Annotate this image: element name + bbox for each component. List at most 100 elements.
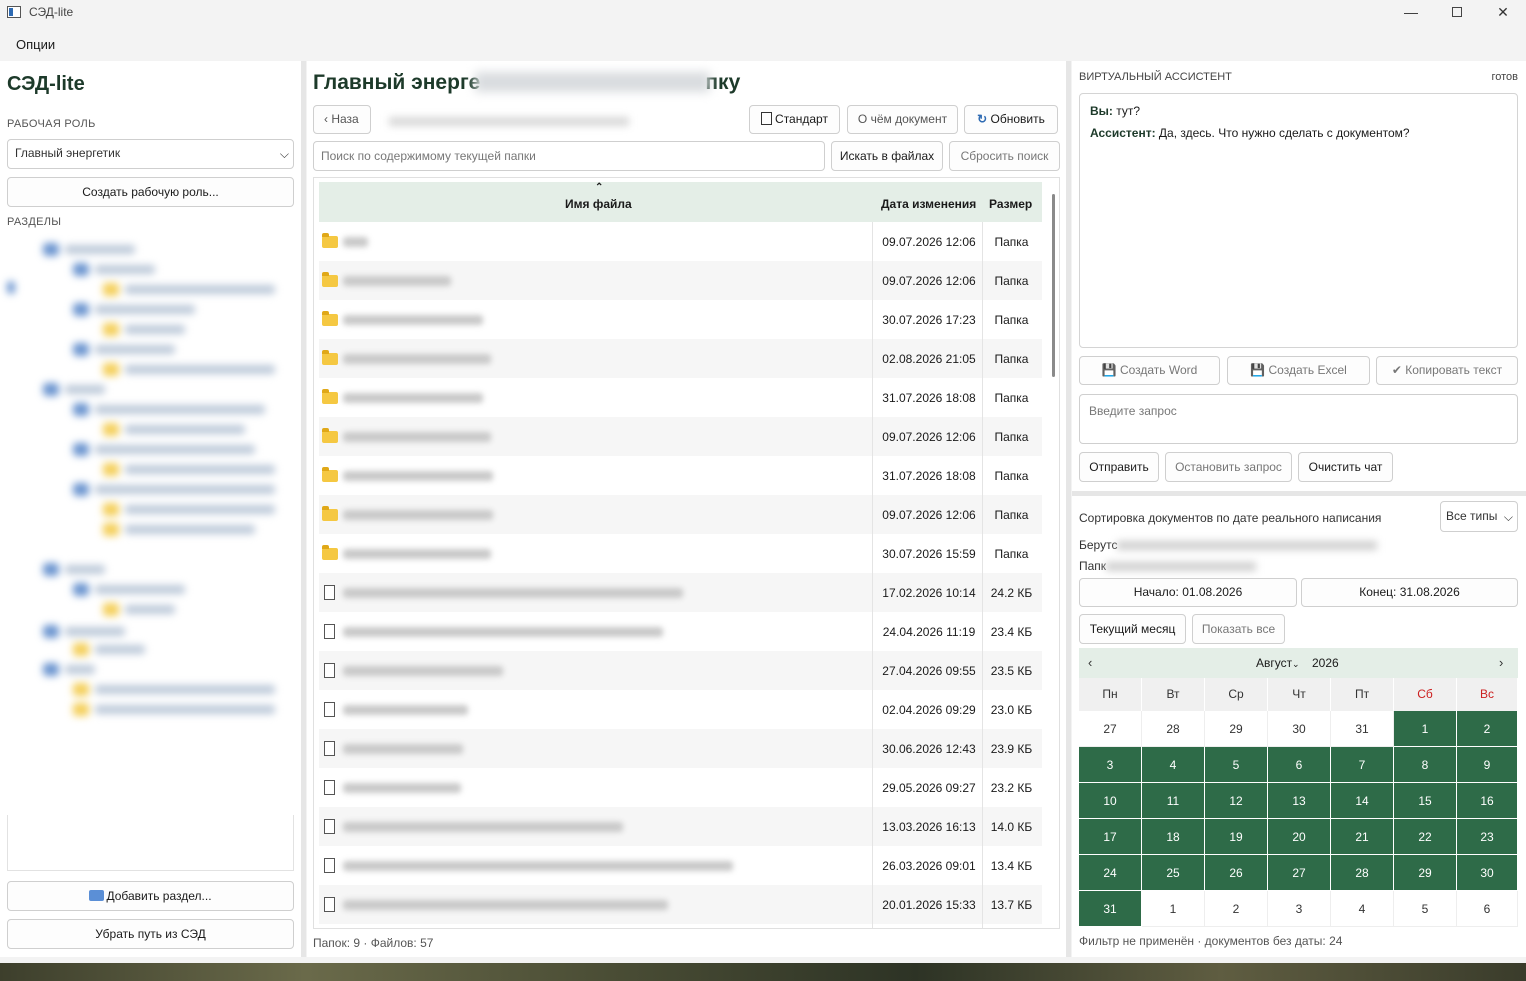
- reset-search-button[interactable]: Сбросить поиск: [949, 141, 1060, 171]
- column-name-header[interactable]: Имя файла: [565, 197, 632, 211]
- maximize-button[interactable]: [1434, 0, 1480, 26]
- send-button[interactable]: Отправить: [1079, 452, 1159, 482]
- tree-node[interactable]: [125, 285, 275, 294]
- calendar-day[interactable]: 4: [1331, 891, 1394, 927]
- left-splitter[interactable]: [301, 61, 306, 957]
- column-size-header[interactable]: Размер: [989, 197, 1032, 211]
- table-scrollbar[interactable]: [1052, 194, 1055, 377]
- tree-node[interactable]: [95, 485, 275, 494]
- table-row[interactable]: 09.07.2026 12:06 Папка: [319, 222, 1042, 261]
- tree-node[interactable]: [125, 325, 185, 334]
- calendar-day[interactable]: 26: [1205, 855, 1268, 891]
- table-row[interactable]: 09.07.2026 12:06 Папка: [319, 417, 1042, 456]
- calendar-day[interactable]: 21: [1331, 819, 1394, 855]
- calendar-day[interactable]: 12: [1205, 783, 1268, 819]
- calendar-day[interactable]: 27: [1079, 711, 1142, 747]
- right-divider[interactable]: [1072, 491, 1526, 496]
- menu-options[interactable]: Опции: [16, 37, 55, 52]
- table-row[interactable]: 09.07.2026 12:06 Папка: [319, 495, 1042, 534]
- calendar-day[interactable]: 24: [1079, 855, 1142, 891]
- tree-node[interactable]: [95, 445, 255, 454]
- minimize-button[interactable]: —: [1388, 0, 1434, 26]
- table-row[interactable]: 27.04.2026 09:55 23.5 КБ: [319, 651, 1042, 690]
- calendar-year[interactable]: 2026: [1312, 656, 1339, 670]
- calendar-day[interactable]: 14: [1331, 783, 1394, 819]
- calendar-day[interactable]: 10: [1079, 783, 1142, 819]
- tree-node[interactable]: [125, 525, 255, 534]
- tree-node[interactable]: [95, 585, 185, 594]
- tree-node[interactable]: [95, 345, 175, 354]
- tree-node[interactable]: [95, 645, 145, 654]
- table-row[interactable]: 26.03.2026 09:01 13.4 КБ: [319, 846, 1042, 885]
- end-date-field[interactable]: Конец: 31.08.2026: [1301, 578, 1518, 607]
- table-row[interactable]: 09.07.2026 12:06 Папка: [319, 261, 1042, 300]
- right-splitter[interactable]: [1066, 61, 1071, 957]
- calendar-day[interactable]: 20: [1268, 819, 1331, 855]
- calendar-day[interactable]: 29: [1394, 855, 1457, 891]
- next-month-icon[interactable]: ›: [1499, 655, 1503, 670]
- calendar-day[interactable]: 2: [1205, 891, 1268, 927]
- query-input[interactable]: Введите запрос: [1079, 394, 1518, 444]
- back-button[interactable]: ‹ Наза: [313, 105, 371, 134]
- calendar-day[interactable]: 27: [1268, 855, 1331, 891]
- stop-request-button[interactable]: Остановить запрос: [1165, 452, 1292, 482]
- calendar-day[interactable]: 23: [1457, 819, 1518, 855]
- start-date-field[interactable]: Начало: 01.08.2026: [1079, 578, 1297, 607]
- calendar-day[interactable]: 31: [1331, 711, 1394, 747]
- chat-history[interactable]: Вы: тут? Ассистент: Да, здесь. Что нужно…: [1079, 93, 1518, 348]
- calendar-day[interactable]: 2: [1457, 711, 1518, 747]
- calendar-day[interactable]: 13: [1268, 783, 1331, 819]
- calendar-day[interactable]: 4: [1142, 747, 1205, 783]
- calendar-day[interactable]: 17: [1079, 819, 1142, 855]
- clear-chat-button[interactable]: Очистить чат: [1298, 452, 1393, 482]
- prev-month-icon[interactable]: ‹: [1088, 655, 1092, 670]
- calendar-day[interactable]: 7: [1331, 747, 1394, 783]
- tree-node[interactable]: [125, 425, 245, 434]
- tree-node[interactable]: [125, 505, 275, 514]
- table-row[interactable]: 30.07.2026 17:23 Папка: [319, 300, 1042, 339]
- about-document-button[interactable]: О чём документ: [847, 105, 958, 134]
- tree-node[interactable]: [65, 627, 125, 636]
- add-section-button[interactable]: Добавить раздел...: [7, 881, 294, 911]
- tree-node[interactable]: [65, 565, 105, 574]
- standard-button[interactable]: Стандарт: [749, 105, 840, 134]
- table-row[interactable]: 31.07.2026 18:08 Папка: [319, 456, 1042, 495]
- calendar-day[interactable]: 3: [1268, 891, 1331, 927]
- role-select[interactable]: Главный энергетик ⌵: [7, 139, 294, 169]
- doc-type-select[interactable]: Все типы ⌵: [1440, 501, 1518, 532]
- show-all-button[interactable]: Показать все: [1192, 614, 1285, 644]
- remove-path-button[interactable]: Убрать путь из СЭД: [7, 919, 294, 949]
- create-role-button[interactable]: Создать рабочую роль...: [7, 177, 294, 207]
- refresh-button[interactable]: ↻ Обновить: [964, 105, 1058, 134]
- table-row[interactable]: 24.04.2026 11:19 23.4 КБ: [319, 612, 1042, 651]
- calendar-day[interactable]: 15: [1394, 783, 1457, 819]
- calendar-day[interactable]: 29: [1205, 711, 1268, 747]
- calendar-day[interactable]: 3: [1079, 747, 1142, 783]
- column-date-header[interactable]: Дата изменения: [881, 197, 976, 211]
- calendar-day[interactable]: 19: [1205, 819, 1268, 855]
- calendar-day[interactable]: 6: [1457, 891, 1518, 927]
- calendar-day[interactable]: 11: [1142, 783, 1205, 819]
- tree-node[interactable]: [95, 305, 195, 314]
- copy-text-button[interactable]: ✔ Копировать текст: [1376, 356, 1518, 385]
- create-excel-button[interactable]: 💾 Создать Excel: [1227, 356, 1370, 385]
- calendar-day[interactable]: 5: [1394, 891, 1457, 927]
- table-row[interactable]: 31.07.2026 18:08 Папка: [319, 378, 1042, 417]
- calendar-day[interactable]: 28: [1331, 855, 1394, 891]
- tree-node[interactable]: [95, 405, 265, 414]
- calendar-day[interactable]: 22: [1394, 819, 1457, 855]
- calendar-month[interactable]: Август: [1256, 656, 1292, 670]
- create-word-button[interactable]: 💾 Создать Word: [1079, 356, 1220, 385]
- calendar-day[interactable]: 8: [1394, 747, 1457, 783]
- search-input[interactable]: Поиск по содержимому текущей папки: [313, 141, 825, 171]
- tree-node[interactable]: [125, 465, 275, 474]
- tree-node[interactable]: [65, 245, 135, 254]
- tree-node[interactable]: [125, 605, 175, 614]
- tree-node[interactable]: [65, 385, 105, 394]
- calendar-day[interactable]: 1: [1394, 711, 1457, 747]
- table-row[interactable]: 29.05.2026 09:27 23.2 КБ: [319, 768, 1042, 807]
- calendar-day[interactable]: 30: [1268, 711, 1331, 747]
- table-row[interactable]: 02.08.2026 21:05 Папка: [319, 339, 1042, 378]
- close-button[interactable]: ✕: [1480, 0, 1526, 26]
- calendar-day[interactable]: 6: [1268, 747, 1331, 783]
